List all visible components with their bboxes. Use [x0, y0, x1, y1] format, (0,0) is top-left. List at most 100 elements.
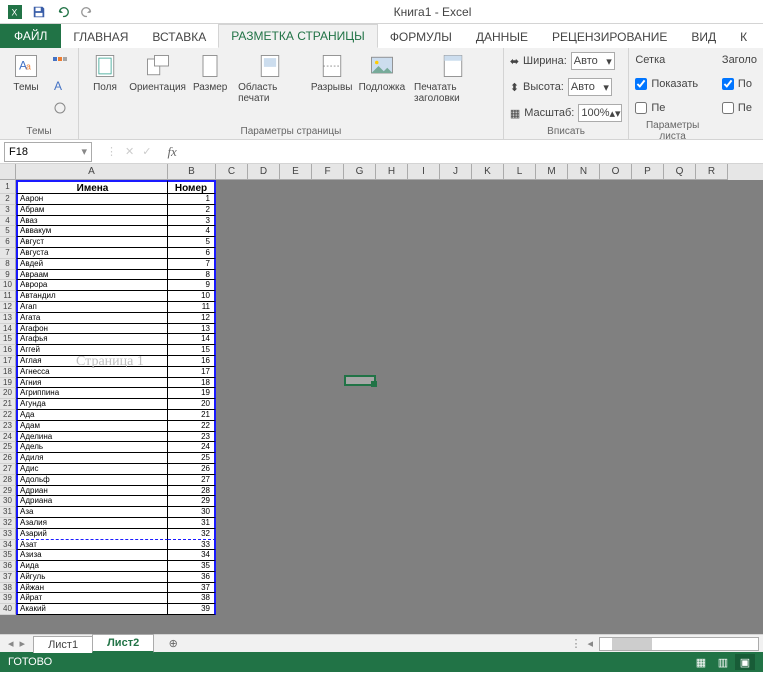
cell-name[interactable]: Августа: [16, 248, 168, 259]
cell-name[interactable]: Август: [16, 237, 168, 248]
sheet-tab-Лист1[interactable]: Лист1: [33, 636, 93, 653]
cell-number[interactable]: 9: [168, 280, 216, 291]
row-header-19[interactable]: 19: [0, 378, 16, 389]
cell-name[interactable]: Автандил: [16, 291, 168, 302]
print-titles-button[interactable]: Печатать заголовки: [410, 50, 497, 106]
cell-name[interactable]: Айрат: [16, 593, 168, 604]
row-header-38[interactable]: 38: [0, 583, 16, 594]
cell-name[interactable]: Агриппина: [16, 388, 168, 399]
cell-name[interactable]: Азат: [16, 540, 168, 551]
cell-name[interactable]: Аврора: [16, 280, 168, 291]
row-header-11[interactable]: 11: [0, 291, 16, 302]
col-header-N[interactable]: N: [568, 164, 600, 180]
cell-number[interactable]: 36: [168, 572, 216, 583]
cell-number[interactable]: 7: [168, 259, 216, 270]
row-header-6[interactable]: 6: [0, 237, 16, 248]
cell-name[interactable]: Аарон: [16, 194, 168, 205]
row-header-35[interactable]: 35: [0, 550, 16, 561]
view-normal-button[interactable]: ▦: [691, 654, 711, 670]
cell-number[interactable]: 15: [168, 345, 216, 356]
cell-number[interactable]: 28: [168, 486, 216, 497]
view-page-layout-button[interactable]: ▥: [713, 654, 733, 670]
row-header-12[interactable]: 12: [0, 302, 16, 313]
width-input[interactable]: Авто▾: [571, 52, 615, 70]
row-header-40[interactable]: 40: [0, 604, 16, 615]
cell-name[interactable]: Аглая: [16, 356, 168, 367]
cell-number[interactable]: 32: [168, 529, 216, 540]
col-header-D[interactable]: D: [248, 164, 280, 180]
cell-number[interactable]: 1: [168, 194, 216, 205]
col-header-G[interactable]: G: [344, 164, 376, 180]
cell-number[interactable]: 39: [168, 604, 216, 615]
sheet-nav[interactable]: ◂▸: [0, 637, 33, 650]
tab-home[interactable]: ГЛАВНАЯ: [61, 26, 140, 48]
cell-name[interactable]: Агафон: [16, 324, 168, 335]
cell-name[interactable]: Агафья: [16, 334, 168, 345]
cell-number[interactable]: 19: [168, 388, 216, 399]
cell-number[interactable]: 26: [168, 464, 216, 475]
cell-name[interactable]: Авдей: [16, 259, 168, 270]
cell-number[interactable]: 27: [168, 475, 216, 486]
cell-number[interactable]: 35: [168, 561, 216, 572]
cell-name[interactable]: Аида: [16, 561, 168, 572]
select-all-corner[interactable]: [0, 164, 16, 180]
cell-name[interactable]: Аггей: [16, 345, 168, 356]
cell-number[interactable]: 24: [168, 442, 216, 453]
row-header-18[interactable]: 18: [0, 367, 16, 378]
gridlines-show-checkbox[interactable]: Показать: [635, 74, 710, 94]
cell-name[interactable]: Акакий: [16, 604, 168, 615]
col-header-B[interactable]: B: [168, 164, 216, 180]
margins-button[interactable]: Поля: [85, 50, 125, 95]
data-grid[interactable]: Страница 1 ИменаНомерАарон1Абрам2Аваз3Ав…: [16, 180, 216, 615]
cell-name[interactable]: Аввакум: [16, 226, 168, 237]
worksheet-area[interactable]: ABCDEFGHIJKLMNOPQR 123456789101112131415…: [0, 164, 763, 634]
cell-name[interactable]: Агап: [16, 302, 168, 313]
cell-name[interactable]: Азиза: [16, 550, 168, 561]
name-box[interactable]: F18▾: [4, 142, 92, 162]
row-header-13[interactable]: 13: [0, 313, 16, 324]
cell-number[interactable]: 8: [168, 270, 216, 281]
cell-number[interactable]: 18: [168, 378, 216, 389]
col-header-I[interactable]: I: [408, 164, 440, 180]
cell-number[interactable]: 31: [168, 518, 216, 529]
cell-number[interactable]: 30: [168, 507, 216, 518]
row-header-9[interactable]: 9: [0, 270, 16, 281]
row-header-23[interactable]: 23: [0, 421, 16, 432]
fx-icon[interactable]: fх: [167, 144, 176, 160]
col-header-M[interactable]: M: [536, 164, 568, 180]
cell-name[interactable]: Агата: [16, 313, 168, 324]
cell-number[interactable]: 34: [168, 550, 216, 561]
add-sheet-button[interactable]: ⊕: [163, 635, 183, 653]
cell-number[interactable]: 17: [168, 367, 216, 378]
cell-name[interactable]: Айгуль: [16, 572, 168, 583]
cell-number[interactable]: 21: [168, 410, 216, 421]
horizontal-scrollbar[interactable]: [599, 637, 759, 651]
size-button[interactable]: Размер: [190, 50, 230, 95]
scale-input[interactable]: 100%▴▾: [578, 104, 622, 122]
cell-number[interactable]: 14: [168, 334, 216, 345]
tab-formulas[interactable]: ФОРМУЛЫ: [378, 26, 464, 48]
header-cell-number[interactable]: Номер: [168, 180, 216, 194]
tab-file[interactable]: ФАЙЛ: [0, 24, 61, 48]
cell-number[interactable]: 13: [168, 324, 216, 335]
row-header-36[interactable]: 36: [0, 561, 16, 572]
breaks-button[interactable]: Разрывы: [310, 50, 354, 95]
cell-name[interactable]: Адиля: [16, 453, 168, 464]
col-header-E[interactable]: E: [280, 164, 312, 180]
row-header-10[interactable]: 10: [0, 280, 16, 291]
cell-number[interactable]: 6: [168, 248, 216, 259]
col-header-A[interactable]: A: [16, 164, 168, 180]
row-header-25[interactable]: 25: [0, 442, 16, 453]
col-header-C[interactable]: C: [216, 164, 248, 180]
row-header-34[interactable]: 34: [0, 540, 16, 551]
cell-name[interactable]: Айжан: [16, 583, 168, 594]
cell-name[interactable]: Аза: [16, 507, 168, 518]
cell-number[interactable]: 37: [168, 583, 216, 594]
row-header-37[interactable]: 37: [0, 572, 16, 583]
cell-number[interactable]: 23: [168, 432, 216, 443]
row-header-39[interactable]: 39: [0, 593, 16, 604]
cell-name[interactable]: Адель: [16, 442, 168, 453]
effects-button[interactable]: [50, 98, 72, 118]
background-button[interactable]: Подложка: [358, 50, 406, 95]
col-header-K[interactable]: K: [472, 164, 504, 180]
